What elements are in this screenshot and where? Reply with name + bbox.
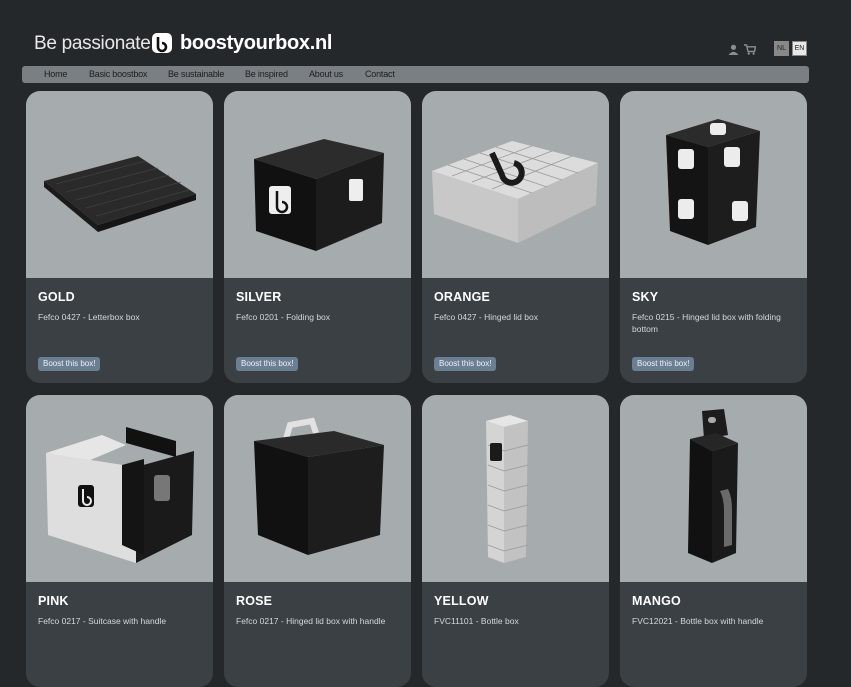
tagline: Be passionate bbox=[34, 33, 151, 54]
product-image[interactable] bbox=[620, 395, 807, 582]
product-name[interactable]: ROSE bbox=[236, 594, 272, 608]
brand-name[interactable]: boostyourbox.nl bbox=[180, 32, 332, 55]
product-description: Fefco 0427 - Letterbox box bbox=[38, 312, 140, 322]
product-name[interactable]: MANGO bbox=[632, 594, 681, 608]
product-card-pink[interactable]: PINK Fefco 0217 - Suitcase with handle bbox=[26, 395, 213, 687]
site-header: Be passionate boostyourbox.nl NL EN bbox=[0, 0, 851, 66]
product-image[interactable] bbox=[26, 395, 213, 582]
product-card-mango[interactable]: MANGO FVC12021 - Bottle box with handle bbox=[620, 395, 807, 687]
user-icon[interactable] bbox=[728, 42, 739, 60]
language-en[interactable]: EN bbox=[792, 41, 807, 56]
product-name[interactable]: PINK bbox=[38, 594, 69, 608]
product-description: Fefco 0427 - Hinged lid box bbox=[434, 312, 538, 322]
boost-this-box-button[interactable]: Boost this box! bbox=[38, 357, 101, 371]
product-image[interactable] bbox=[224, 395, 411, 582]
product-name[interactable]: SILVER bbox=[236, 290, 281, 304]
brand-logo-icon[interactable] bbox=[152, 33, 172, 53]
boost-this-box-button[interactable]: Boost this box! bbox=[236, 357, 299, 371]
product-image[interactable] bbox=[26, 91, 213, 278]
nav-item-home[interactable]: Home bbox=[44, 69, 67, 79]
nav-item-contact[interactable]: Contact bbox=[365, 69, 395, 79]
product-image[interactable] bbox=[422, 91, 609, 278]
product-name[interactable]: YELLOW bbox=[434, 594, 489, 608]
cart-icon[interactable] bbox=[744, 42, 757, 60]
product-description: Fefco 0215 - Hinged lid box with folding… bbox=[632, 312, 781, 334]
product-description: FVC11101 - Bottle box bbox=[434, 616, 519, 626]
boost-this-box-button[interactable]: Boost this box! bbox=[632, 357, 695, 371]
nav-item-be-sustainable[interactable]: Be sustainable bbox=[168, 69, 224, 79]
product-card-silver[interactable]: SILVER Fefco 0201 - Folding box Boost th… bbox=[224, 91, 411, 383]
nav-item-basic-boostbox[interactable]: Basic boostbox bbox=[89, 69, 147, 79]
product-description: Fefco 0217 - Suitcase with handle bbox=[38, 616, 167, 626]
product-description: Fefco 0217 - Hinged lid box with handle bbox=[236, 616, 386, 626]
product-image[interactable] bbox=[224, 91, 411, 278]
nav-item-be-inspired[interactable]: Be inspired bbox=[245, 69, 288, 79]
product-description: Fefco 0201 - Folding box bbox=[236, 312, 331, 322]
language-nl[interactable]: NL bbox=[774, 41, 789, 56]
product-card-rose[interactable]: ROSE Fefco 0217 - Hinged lid box with ha… bbox=[224, 395, 411, 687]
product-card-yellow[interactable]: YELLOW FVC11101 - Bottle box bbox=[422, 395, 609, 687]
product-description: FVC12021 - Bottle box with handle bbox=[632, 616, 764, 626]
product-card-sky[interactable]: SKY Fefco 0215 - Hinged lid box with fol… bbox=[620, 91, 807, 383]
product-image[interactable] bbox=[620, 91, 807, 278]
product-name[interactable]: ORANGE bbox=[434, 290, 490, 304]
nav-item-about-us[interactable]: About us bbox=[309, 69, 343, 79]
boost-this-box-button[interactable]: Boost this box! bbox=[434, 357, 497, 371]
product-name[interactable]: GOLD bbox=[38, 290, 75, 304]
product-card-gold[interactable]: GOLD Fefco 0427 - Letterbox box Boost th… bbox=[26, 91, 213, 383]
product-name[interactable]: SKY bbox=[632, 290, 658, 304]
product-card-orange[interactable]: ORANGE Fefco 0427 - Hinged lid box Boost… bbox=[422, 91, 609, 383]
product-image[interactable] bbox=[422, 395, 609, 582]
main-nav: Home Basic boostbox Be sustainable Be in… bbox=[22, 66, 809, 83]
